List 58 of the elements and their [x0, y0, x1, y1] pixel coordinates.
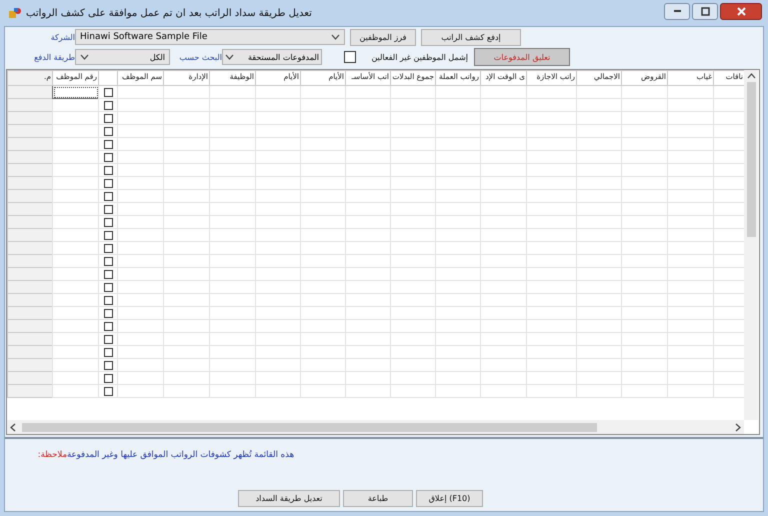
checkbox[interactable] — [104, 88, 112, 96]
dropdown[interactable]: Hinawi Software Sample File — [75, 29, 345, 45]
field-label: الشركة — [50, 32, 75, 42]
selected-cell[interactable] — [52, 86, 98, 98]
field-label: البحث حسب — [178, 52, 222, 62]
action-button[interactable]: طباعة — [343, 490, 413, 507]
checkbox[interactable] — [104, 152, 112, 162]
checkbox[interactable] — [104, 256, 112, 266]
maximize-button[interactable] — [692, 2, 718, 20]
dropdown[interactable]: الكل — [75, 49, 170, 65]
close-icon — [736, 6, 746, 16]
checkbox[interactable] — [104, 270, 112, 278]
dropdown[interactable]: المدفوعات المستحقة — [222, 49, 322, 65]
minimize-icon — [674, 10, 680, 12]
checkbox[interactable] — [104, 374, 112, 382]
scroll-left-icon — [10, 422, 16, 432]
checkbox[interactable] — [104, 360, 112, 370]
checkbox[interactable] — [104, 308, 112, 318]
window-title: تعديل طريقة سداد الراتب بعد ان تم عمل موافقة على كشف الرواتب — [26, 8, 312, 18]
checkbox[interactable] — [104, 166, 112, 174]
checkbox[interactable] — [104, 100, 112, 110]
checkbox[interactable] — [104, 386, 112, 396]
checkbox[interactable] — [104, 192, 112, 200]
pay-button[interactable]: إدفع كشف الراتب — [421, 28, 521, 46]
horizontal-scrollbar[interactable] — [7, 420, 744, 434]
note-label: ملاحظة: — [36, 450, 67, 460]
checkbox[interactable] — [104, 296, 112, 304]
checkbox[interactable] — [104, 334, 112, 344]
close-button[interactable] — [720, 2, 762, 20]
sort-button[interactable]: فرز الموظفين — [350, 28, 416, 46]
checkbox[interactable] — [104, 218, 112, 226]
checkbox[interactable] — [104, 348, 112, 356]
checkbox[interactable] — [344, 51, 356, 63]
maximize-icon — [700, 6, 710, 16]
vertical-scrollbar[interactable] — [744, 70, 758, 420]
scroll-up-icon — [746, 73, 756, 79]
field-label: طريقة الدفع — [33, 52, 75, 62]
checkbox[interactable] — [104, 114, 112, 122]
scrollbar-thumb[interactable] — [746, 82, 756, 237]
checkbox[interactable] — [104, 204, 112, 214]
note-text: هذه القائمة تُظهر كشوفات الرواتب الموافق عليها وغير المدفوعة — [67, 450, 294, 460]
scroll-right-icon — [735, 422, 741, 432]
checkbox[interactable] — [104, 178, 112, 188]
scrollbar-thumb[interactable] — [22, 422, 597, 432]
checkbox[interactable] — [104, 282, 112, 292]
checkbox[interactable] — [104, 126, 112, 136]
checkbox[interactable] — [104, 244, 112, 252]
app-icon — [8, 7, 22, 19]
action-button[interactable]: تعديل طريقة السداد — [238, 490, 340, 507]
checkbox-label: إشمل الموظفين غير الفعالين — [370, 52, 468, 62]
checkbox[interactable] — [104, 322, 112, 330]
action-button[interactable]: (F10) إعلاق — [416, 490, 483, 507]
checkbox[interactable] — [104, 230, 112, 240]
minimize-button[interactable] — [664, 2, 690, 20]
chevron-icon — [80, 54, 89, 60]
chevron-icon — [225, 54, 234, 60]
checkbox[interactable] — [104, 140, 112, 148]
chevron-icon — [331, 34, 340, 40]
